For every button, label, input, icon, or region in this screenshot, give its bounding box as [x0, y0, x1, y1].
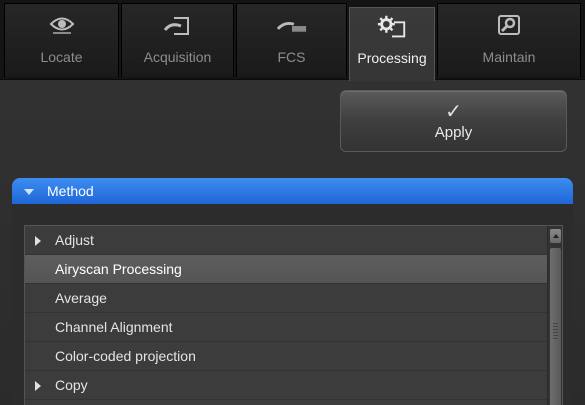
arrow-up-icon [552, 234, 559, 238]
tab-fcs-label: FCS [277, 49, 306, 65]
method-title: Method [47, 183, 94, 199]
eye-icon [46, 12, 78, 42]
method-item-color-coded-projection[interactable]: Color-coded projection [25, 342, 562, 371]
list-item-label: Channel Alignment [55, 319, 173, 335]
checkmark-icon: ✓ [445, 100, 462, 123]
apply-area: ✓ Apply [0, 80, 585, 165]
list-item-label: Airyscan Processing [55, 261, 182, 277]
method-list: Adjust Airyscan Processing Average Chann… [24, 225, 563, 405]
processing-panel: Locate Acquisition FCS Processing Mainta… [0, 0, 585, 405]
list-item-label: Copy [55, 377, 88, 393]
scroll-up-button[interactable] [550, 229, 561, 243]
tab-bar: Locate Acquisition FCS Processing Mainta… [0, 0, 585, 81]
method-item-channel-alignment[interactable]: Channel Alignment [25, 313, 562, 342]
apply-label: Apply [434, 123, 473, 141]
tab-acquisition-label: Acquisition [143, 49, 212, 65]
tab-fcs[interactable]: FCS [236, 3, 347, 77]
list-item-label: Color-coded projection [55, 348, 196, 364]
tab-acquisition[interactable]: Acquisition [121, 3, 234, 77]
tab-processing-label: Processing [357, 50, 427, 66]
scroll-thumb[interactable] [550, 248, 561, 405]
wrench-icon [493, 12, 525, 42]
gear-icon [376, 13, 408, 43]
fcs-icon [276, 12, 308, 42]
tab-maintain[interactable]: Maintain [437, 3, 581, 77]
list-item-label: Average [55, 290, 107, 306]
acquisition-icon [162, 12, 194, 42]
method-item-adjust[interactable]: Adjust [25, 226, 562, 255]
tab-locate[interactable]: Locate [4, 3, 119, 77]
expand-arrow-icon[interactable] [35, 381, 41, 391]
method-item-average[interactable]: Average [25, 284, 562, 313]
list-item-label: Adjust [55, 232, 94, 248]
method-item-airyscan-processing[interactable]: Airyscan Processing [25, 255, 562, 284]
tab-processing[interactable]: Processing [349, 7, 435, 81]
expand-arrow-icon[interactable] [35, 236, 41, 246]
collapse-arrow-icon [24, 189, 34, 195]
apply-button[interactable]: ✓ Apply [340, 90, 567, 152]
tab-maintain-label: Maintain [482, 49, 536, 65]
method-item-copy[interactable]: Copy [25, 371, 562, 400]
method-section-header[interactable]: Method [12, 178, 573, 204]
list-scrollbar[interactable] [547, 226, 562, 405]
tab-locate-label: Locate [40, 49, 83, 65]
grip-icon [553, 323, 558, 341]
